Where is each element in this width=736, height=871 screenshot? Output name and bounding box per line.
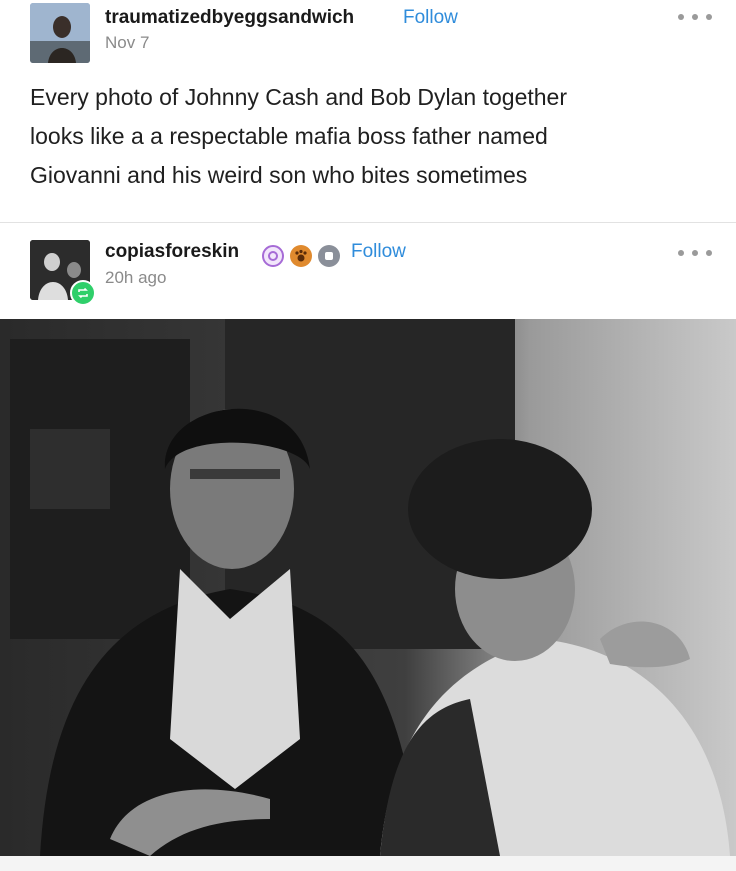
photo-image <box>0 319 736 856</box>
username[interactable]: traumatizedbyeggsandwich <box>105 7 354 29</box>
grey-badge-icon[interactable] <box>318 245 340 267</box>
more-options-icon[interactable] <box>678 248 712 258</box>
reblog-icon <box>70 280 96 306</box>
post-original: traumatizedbyeggsandwich Follow Nov 7 Ev… <box>0 0 736 222</box>
post-footer-divider <box>0 856 736 871</box>
follow-button[interactable]: Follow <box>351 241 406 263</box>
avatar-image <box>30 3 90 63</box>
post-text: Every photo of Johnny Cash and Bob Dylan… <box>30 84 568 188</box>
timestamp[interactable]: Nov 7 <box>105 33 149 53</box>
username[interactable]: copiasforeskin <box>105 241 239 263</box>
avatar[interactable] <box>30 240 96 306</box>
more-options-icon[interactable] <box>678 12 712 22</box>
follow-button[interactable]: Follow <box>403 7 458 29</box>
avatar[interactable] <box>30 3 90 63</box>
timestamp[interactable]: 20h ago <box>105 268 166 288</box>
orange-paw-badge-icon[interactable] <box>290 245 312 267</box>
divider <box>0 222 736 223</box>
post-photo[interactable] <box>0 319 736 856</box>
purple-badge-icon[interactable] <box>262 245 284 267</box>
